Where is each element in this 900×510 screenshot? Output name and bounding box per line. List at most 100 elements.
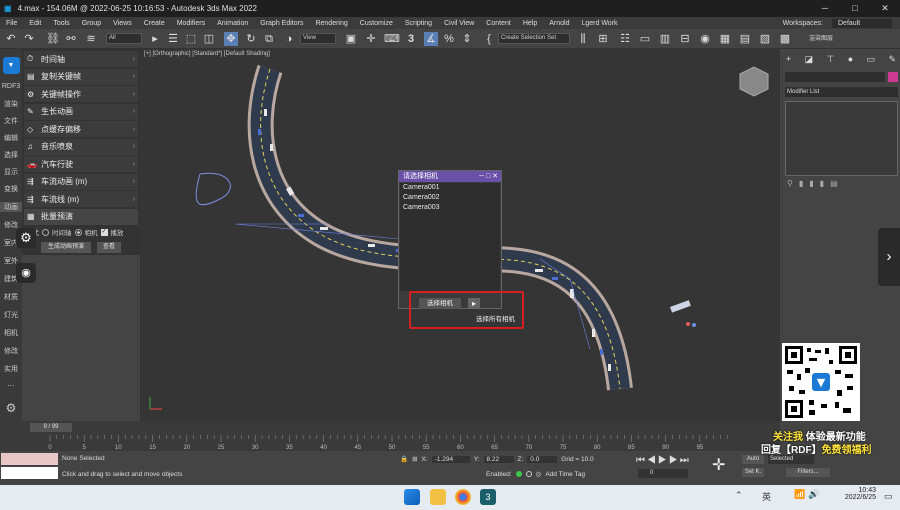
named-selection-icon[interactable]: {: [482, 32, 496, 46]
x-field[interactable]: -1.294: [431, 455, 470, 463]
generate-preview-button[interactable]: 生成动画预演: [41, 242, 91, 253]
plugin-item-copy-keys[interactable]: ▤ 复制关键帧 ›: [24, 68, 138, 85]
menu-scripting[interactable]: Scripting: [399, 20, 438, 27]
select-object-icon[interactable]: ▸: [148, 32, 162, 46]
dialog-header[interactable]: 请选择相机 ─ □ ✕: [399, 171, 501, 182]
menu-animation[interactable]: Animation: [211, 20, 254, 27]
sidebar-utility[interactable]: 实用: [0, 364, 22, 374]
sidebar-camera[interactable]: 相机: [0, 328, 22, 338]
z-field[interactable]: 0.0: [527, 455, 558, 463]
select-move-icon[interactable]: ✥: [224, 32, 238, 46]
timeline[interactable]: 9 / 99 0 5 10 15 20 25 30 35 40 45 50 55 60 65 70 75 80 8…: [0, 421, 780, 451]
snap-toggle-icon[interactable]: 3: [404, 32, 418, 46]
redo-icon[interactable]: ↷: [22, 32, 36, 46]
sidebar-modify2[interactable]: 修改: [0, 346, 22, 356]
menu-edit[interactable]: Edit: [23, 20, 47, 27]
view-preview-button[interactable]: 查看: [97, 242, 121, 253]
windows-start-icon[interactable]: [404, 489, 420, 505]
ribbon-icon[interactable]: ▭: [638, 32, 652, 46]
utilities-tab-icon[interactable]: ✎: [888, 54, 896, 66]
sidebar-select[interactable]: 选择: [0, 150, 22, 160]
workspace-selector[interactable]: Workspaces: Default: [777, 17, 892, 29]
close-button[interactable]: ✕: [870, 0, 900, 17]
tray-chevron-icon[interactable]: ⌃: [735, 490, 743, 501]
percent-snap-icon[interactable]: %: [442, 32, 456, 46]
plugin-item-car-drive[interactable]: 🚗 汽车行驶 ›: [24, 156, 138, 172]
spinner-snap-icon[interactable]: ⇕: [460, 32, 474, 46]
list-item[interactable]: Camera002: [400, 193, 500, 203]
expand-arrow-icon[interactable]: ›: [878, 228, 900, 286]
minimize-button[interactable]: ─: [810, 0, 840, 17]
playback-controls[interactable]: ⏮◀▶▶⏭: [636, 455, 691, 466]
radio-camera[interactable]: [74, 228, 82, 236]
selection-filter-dropdown[interactable]: All: [106, 33, 142, 44]
camera-list[interactable]: Camera001 Camera002 Camera003: [400, 183, 500, 291]
schematic-view-icon[interactable]: ⊟: [678, 32, 692, 46]
time-slider[interactable]: 9 / 99: [30, 423, 72, 432]
menu-file[interactable]: File: [0, 20, 23, 27]
menu-civil-view[interactable]: Civil View: [438, 20, 480, 27]
named-selection-dropdown[interactable]: Create Selection Set: [498, 33, 570, 44]
maxscript-listener[interactable]: [1, 453, 58, 465]
rendered-frame-icon[interactable]: ▤: [738, 32, 752, 46]
settings-gear-icon[interactable]: ⚙: [0, 401, 22, 415]
sidebar-more[interactable]: ⋯: [0, 382, 22, 390]
align-icon[interactable]: ⊞: [596, 32, 610, 46]
sidebar-edit[interactable]: 编辑: [0, 133, 22, 143]
curve-editor-icon[interactable]: ▥: [658, 32, 672, 46]
set-key-button[interactable]: Set K.: [742, 468, 764, 477]
ext-label[interactable]: 渲染图层: [806, 32, 836, 46]
select-rotate-icon[interactable]: ↻: [244, 32, 258, 46]
menu-arnold[interactable]: Arnold: [543, 20, 575, 27]
workspace-dropdown[interactable]: Default: [832, 18, 892, 28]
reference-coord-dropdown[interactable]: View: [300, 33, 336, 44]
add-key-icon[interactable]: ✛: [712, 455, 725, 475]
plugin-item-traffic-line[interactable]: ⇶ 车流线 (m) ›: [24, 191, 138, 207]
file-explorer-icon[interactable]: [430, 489, 446, 505]
hierarchy-tab-icon[interactable]: ⊤: [827, 54, 835, 66]
window-crossing-icon[interactable]: ◫: [202, 32, 216, 46]
maxscript-input[interactable]: [1, 467, 58, 479]
auto-key-button[interactable]: Auto: [742, 455, 764, 464]
render-production-icon[interactable]: ▩: [778, 32, 792, 46]
menu-help[interactable]: Help: [517, 20, 543, 27]
mirror-icon[interactable]: ⫼: [576, 32, 590, 46]
tray-icons[interactable]: 📶🔊: [794, 489, 822, 500]
transform-mode-icon[interactable]: ⊞: [412, 455, 417, 463]
time-tag-icon[interactable]: ◎: [536, 470, 542, 478]
3dsmax-taskbar-icon[interactable]: 3: [480, 489, 496, 505]
object-name-field[interactable]: [785, 72, 885, 82]
menu-modifiers[interactable]: Modifiers: [171, 20, 211, 27]
bind-space-warp-icon[interactable]: ≋: [84, 32, 98, 46]
plugin-item-point-cache[interactable]: ◇ 点缓存偏移 ›: [24, 121, 138, 137]
list-item[interactable]: Camera003: [400, 203, 500, 213]
key-filters-button[interactable]: Filters...: [786, 468, 830, 477]
stack-tools[interactable]: ⚲▮▮▮▤: [787, 179, 897, 191]
input-language[interactable]: 英: [762, 490, 771, 503]
modifier-stack[interactable]: [785, 101, 898, 176]
select-by-name-icon[interactable]: ☰: [166, 32, 180, 46]
plugin-logo-icon[interactable]: ▼: [0, 57, 22, 74]
plugin-item-key-ops[interactable]: ⚙ 关键帧操作 ›: [24, 86, 138, 102]
add-time-tag-label[interactable]: Add Time Tag: [545, 471, 585, 478]
key-filter-dropdown[interactable]: Selected: [768, 455, 814, 464]
sidebar-file[interactable]: 文件: [0, 116, 22, 126]
sidebar-light[interactable]: 灯光: [0, 310, 22, 320]
notification-icon[interactable]: ▭: [884, 491, 893, 502]
rect-region-icon[interactable]: ⬚: [184, 32, 198, 46]
command-tabs[interactable]: + ◪ ⊤ ● ▭ ✎: [786, 54, 896, 66]
menu-group[interactable]: Group: [76, 20, 107, 27]
dialog-window-buttons[interactable]: ─ □ ✕: [479, 171, 498, 182]
render-setup-icon[interactable]: ▦: [718, 32, 732, 46]
angle-snap-icon[interactable]: ∡: [424, 32, 438, 46]
layer-explorer-icon[interactable]: ☷: [618, 32, 632, 46]
camera-icon[interactable]: ◉: [16, 263, 36, 283]
undo-icon[interactable]: ↶: [4, 32, 18, 46]
sidebar-material[interactable]: 材质: [0, 292, 22, 302]
link-icon[interactable]: ⛓: [46, 32, 60, 46]
overlay-settings-icon[interactable]: ⚙: [16, 228, 36, 248]
sidebar-transform[interactable]: 变换: [0, 184, 22, 194]
select-scale-icon[interactable]: ⧉: [262, 32, 276, 46]
modifier-list-dropdown[interactable]: Modifier List: [785, 87, 898, 97]
maximize-button[interactable]: □: [840, 0, 870, 17]
